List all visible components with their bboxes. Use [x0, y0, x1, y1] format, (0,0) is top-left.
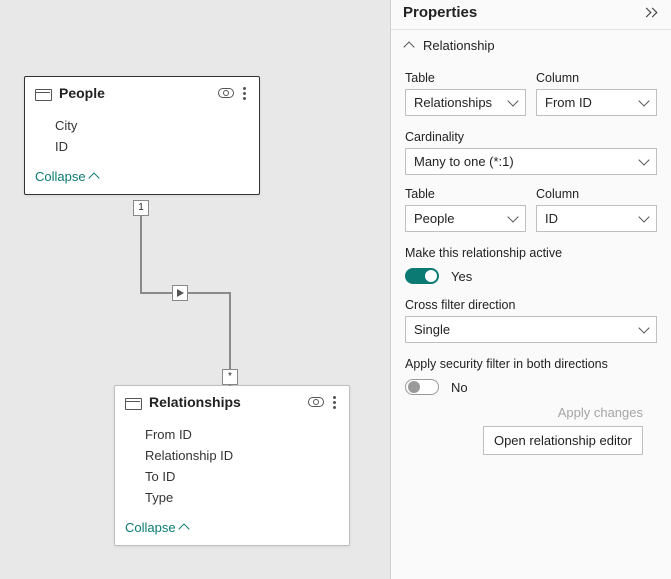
more-options-icon[interactable]: [330, 396, 339, 409]
label-table: Table: [405, 71, 526, 85]
collapse-button[interactable]: Collapse: [115, 514, 349, 545]
chevron-up-icon: [178, 523, 189, 534]
select-value: People: [414, 211, 454, 226]
section-header-relationship[interactable]: Relationship: [391, 29, 671, 61]
chevron-down-icon: [638, 211, 649, 222]
select-cross-filter[interactable]: Single: [405, 316, 657, 343]
select-column-to[interactable]: ID: [536, 205, 657, 232]
select-table-to[interactable]: People: [405, 205, 526, 232]
toggle-value-text: Yes: [451, 269, 472, 284]
field-list: City ID: [25, 109, 259, 163]
chevron-down-icon: [507, 211, 518, 222]
collapse-button[interactable]: Collapse: [25, 163, 259, 194]
select-value: Single: [414, 322, 450, 337]
collapse-label: Collapse: [125, 520, 176, 535]
label-table: Table: [405, 187, 526, 201]
chevron-down-icon: [638, 95, 649, 106]
select-value: From ID: [545, 95, 592, 110]
chevron-down-icon: [638, 154, 649, 165]
table-icon: [35, 86, 51, 100]
select-table-from[interactable]: Relationships: [405, 89, 526, 116]
cardinality-marker-many: *: [222, 369, 238, 385]
table-icon: [125, 395, 141, 409]
model-diagram-canvas[interactable]: People City ID Collapse Relationships: [0, 0, 390, 579]
chevron-up-icon: [403, 41, 414, 52]
field-item[interactable]: ID: [55, 136, 251, 157]
label-column: Column: [536, 71, 657, 85]
table-title: People: [59, 85, 218, 101]
field-item[interactable]: Relationship ID: [145, 445, 341, 466]
chevron-down-icon: [638, 322, 649, 333]
field-item[interactable]: From ID: [145, 424, 341, 445]
field-item[interactable]: Type: [145, 487, 341, 508]
section-title: Relationship: [423, 38, 495, 53]
chevron-up-icon: [88, 172, 99, 183]
visibility-icon[interactable]: [218, 88, 234, 98]
label-cardinality: Cardinality: [405, 130, 657, 144]
properties-panel: Properties Relationship Table Relationsh…: [390, 0, 671, 579]
visibility-icon[interactable]: [308, 397, 324, 407]
toggle-make-active[interactable]: [405, 268, 439, 284]
field-list: From ID Relationship ID To ID Type: [115, 418, 349, 514]
table-title: Relationships: [149, 394, 308, 410]
select-cardinality[interactable]: Many to one (*:1): [405, 148, 657, 175]
apply-changes-link: Apply changes: [558, 405, 643, 420]
select-column-from[interactable]: From ID: [536, 89, 657, 116]
toggle-value-text: No: [451, 380, 468, 395]
open-relationship-editor-button[interactable]: Open relationship editor: [483, 426, 643, 455]
collapse-label: Collapse: [35, 169, 86, 184]
select-value: ID: [545, 211, 558, 226]
toggle-apply-security[interactable]: [405, 379, 439, 395]
select-value: Many to one (*:1): [414, 154, 514, 169]
table-card-relationships[interactable]: Relationships From ID Relationship ID To…: [114, 385, 350, 546]
cardinality-marker-one: 1: [133, 200, 149, 216]
filter-direction-icon: [172, 285, 188, 301]
select-value: Relationships: [414, 95, 492, 110]
label-cross-filter: Cross filter direction: [405, 298, 657, 312]
panel-title: Properties: [403, 4, 643, 21]
label-make-active: Make this relationship active: [405, 246, 657, 260]
label-column: Column: [536, 187, 657, 201]
field-item[interactable]: To ID: [145, 466, 341, 487]
collapse-panel-icon[interactable]: [643, 7, 659, 19]
more-options-icon[interactable]: [240, 87, 249, 100]
table-card-people[interactable]: People City ID Collapse: [24, 76, 260, 195]
chevron-down-icon: [507, 95, 518, 106]
label-apply-security: Apply security filter in both directions: [405, 357, 657, 371]
field-item[interactable]: City: [55, 115, 251, 136]
